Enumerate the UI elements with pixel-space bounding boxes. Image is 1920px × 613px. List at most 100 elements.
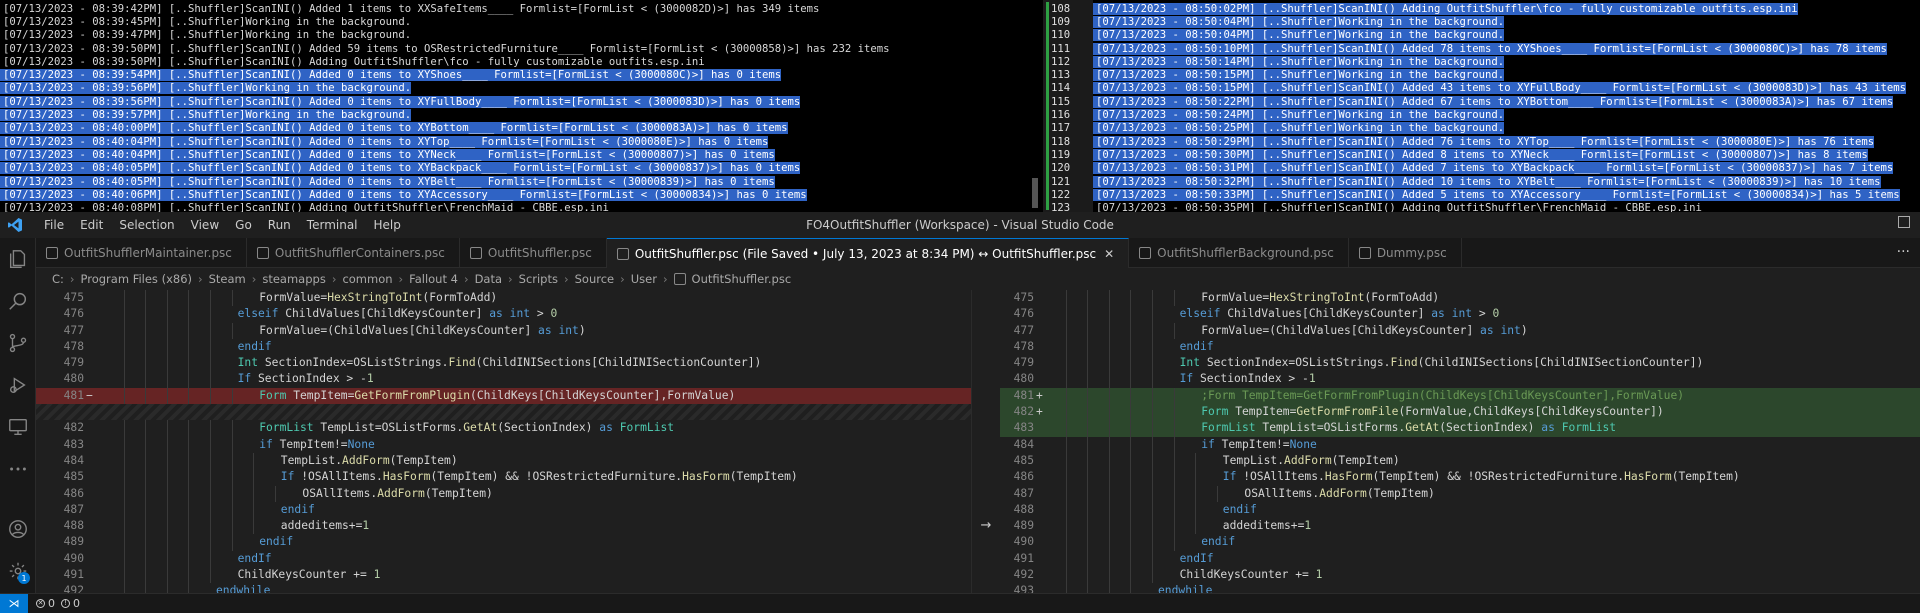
- indent-guide: [188, 371, 190, 388]
- remote-explorer-icon[interactable]: [0, 406, 36, 448]
- menu-item-view[interactable]: View: [183, 218, 227, 232]
- indent-guide: [1087, 338, 1089, 356]
- code-token: ChildValues[ChildKeysCounter]: [1227, 307, 1432, 321]
- log-line-text: [07/13/2023 - 08:50:02PM] [..Shuffler]Sc…: [1093, 2, 1798, 15]
- run-debug-icon[interactable]: [0, 364, 36, 406]
- indent-guide: [1087, 290, 1089, 307]
- more-icon[interactable]: [0, 448, 36, 490]
- breadcrumb-item[interactable]: User: [631, 272, 657, 286]
- tab-2[interactable]: OutfitShuffler.psc: [460, 238, 607, 268]
- log-line-text: [07/13/2023 - 08:39:56PM] [..Shuffler]Wo…: [0, 82, 412, 95]
- log-line-text: [07/13/2023 - 08:50:24PM] [..Shuffler]Wo…: [1093, 109, 1505, 122]
- file-icon: [469, 247, 482, 259]
- explorer-icon[interactable]: [0, 238, 36, 280]
- chevron-right-icon: ›: [69, 272, 75, 286]
- indent-guide: [1087, 404, 1089, 421]
- tab-more-actions[interactable]: ···: [1897, 244, 1910, 260]
- line-number: 479: [1013, 356, 1034, 370]
- indent-guide: [1087, 371, 1089, 388]
- menu-item-run[interactable]: Run: [260, 218, 299, 232]
- indent-guide: [1195, 518, 1197, 535]
- remote-indicator-icon[interactable]: ⋊: [0, 593, 28, 613]
- diff-editor-original[interactable]: 475 FormValue=HexStringToInt(FormToAdd) 47…: [36, 290, 971, 593]
- account-icon[interactable]: [0, 508, 36, 550]
- breadcrumb-item[interactable]: C:: [52, 272, 64, 286]
- code-token: 1: [1304, 519, 1312, 533]
- tab-1[interactable]: OutfitShufflerContainers.psc: [247, 238, 460, 268]
- log-line-number: 109: [1051, 15, 1071, 28]
- menu-item-go[interactable]: Go: [227, 218, 260, 232]
- file-icon: [1139, 247, 1152, 259]
- indent-guide: [1108, 322, 1110, 339]
- indent-guide: [1087, 452, 1089, 470]
- tab-0[interactable]: OutfitShufflerMaintainer.psc: [36, 238, 247, 268]
- log-scrollbar[interactable]: [1032, 178, 1038, 208]
- menu-item-file[interactable]: File: [36, 218, 72, 232]
- tab-4[interactable]: OutfitShufflerBackground.psc: [1129, 238, 1349, 268]
- log-line: 115 [07/13/2023 - 08:50:22PM] [..Shuffler…: [1051, 95, 1920, 108]
- indent-guide: [1108, 518, 1110, 535]
- breadcrumb-item[interactable]: Fallout 4: [409, 272, 458, 286]
- indent-guide: [1065, 534, 1067, 551]
- problems-indicator[interactable]: ✕ 0 ! 0: [36, 597, 80, 610]
- menu-item-terminal[interactable]: Terminal: [299, 218, 366, 232]
- menu-item-edit[interactable]: Edit: [72, 218, 111, 232]
- menu-item-help[interactable]: Help: [366, 218, 409, 232]
- code-token: (ChildKeys[ChildKeysCounter],FormValue): [470, 388, 736, 402]
- log-line-text: [07/13/2023 - 08:39:45PM] [..Shuffler]Wo…: [3, 15, 412, 28]
- code-token: If: [1179, 372, 1200, 386]
- code-text: endif: [259, 534, 293, 550]
- breadcrumb-item[interactable]: Steam: [209, 272, 246, 286]
- breadcrumb-item[interactable]: common: [342, 272, 392, 286]
- code-token: TempItem!=: [1221, 437, 1290, 451]
- log-pane-left[interactable]: [07/13/2023 - 08:39:42PM] [..Shuffler]Sc…: [0, 0, 1040, 212]
- indent-guide: [231, 534, 233, 551]
- search-icon[interactable]: [0, 280, 36, 322]
- breadcrumb-item[interactable]: steamapps: [262, 272, 325, 286]
- code-text: endif: [238, 339, 272, 355]
- line-number: 484: [63, 453, 84, 467]
- indent-guide: [1065, 404, 1067, 421]
- tab-3[interactable]: OutfitShuffler.psc (File Saved • July 13…: [606, 238, 1130, 268]
- menu-item-selection[interactable]: Selection: [111, 218, 182, 232]
- indent-guide: [1130, 290, 1132, 307]
- code-line: 490 endif: [1000, 534, 1920, 551]
- code-token: ChildKeysCounter +=: [1179, 568, 1316, 582]
- breadcrumb-item[interactable]: Source: [575, 272, 615, 286]
- breadcrumb-item[interactable]: Program Files (x86): [81, 272, 192, 286]
- indent-guide: [210, 567, 211, 584]
- diff-marker: +: [1036, 388, 1043, 402]
- revert-arrow-icon[interactable]: →: [972, 518, 1000, 533]
- log-line: 113 [07/13/2023 - 08:50:15PM] [..Shuffler…: [1051, 68, 1920, 82]
- diff-editor-modified[interactable]: 475 FormValue=HexStringToInt(FormToAdd) 47…: [1000, 290, 1920, 593]
- tab-close-icon[interactable]: ✕: [1104, 247, 1114, 261]
- code-token: TempItem=: [1235, 405, 1297, 419]
- code-line: 485 If !OSAllItems.HasForm(TempItem) && !…: [36, 469, 971, 486]
- error-icon: ✕: [36, 599, 45, 608]
- indent-guide: [166, 485, 168, 502]
- breadcrumb-item[interactable]: Scripts: [519, 272, 558, 286]
- settings-gear-icon[interactable]: 1: [0, 550, 36, 592]
- source-control-icon[interactable]: [0, 322, 36, 364]
- code-text: endwhile: [1158, 583, 1212, 593]
- indent-guide: [1152, 338, 1153, 356]
- log-pane-right[interactable]: 108 [07/13/2023 - 08:50:02PM] [..Shuffler…: [1043, 0, 1920, 212]
- indent-guide: [1108, 550, 1110, 568]
- log-line-text: [07/13/2023 - 08:50:04PM] [..Shuffler]Wo…: [1093, 15, 1505, 28]
- indent-guide: [1065, 338, 1067, 356]
- indent-guide: [1130, 567, 1132, 584]
- indent-guide: [166, 436, 168, 453]
- tab-label: OutfitShuffler.psc: [487, 246, 592, 260]
- indent-guide: [1087, 420, 1089, 437]
- tab-5[interactable]: Dummy.psc: [1349, 238, 1462, 268]
- line-number: 481: [63, 388, 84, 402]
- code-token: AddForm: [1319, 486, 1367, 500]
- log-line-number: 113: [1051, 69, 1071, 82]
- tab-label: OutfitShufflerContainers.psc: [274, 246, 445, 260]
- breadcrumb-item[interactable]: OutfitShuffler.psc: [692, 272, 792, 286]
- layout-toggle-icon[interactable]: [1898, 216, 1910, 228]
- code-token: (SectionIndex): [497, 421, 600, 435]
- code-token: (ChildINISections[ChildINISectionCounter…: [1417, 356, 1704, 370]
- code-token: endif: [1222, 502, 1257, 516]
- breadcrumb-item[interactable]: Data: [475, 272, 502, 286]
